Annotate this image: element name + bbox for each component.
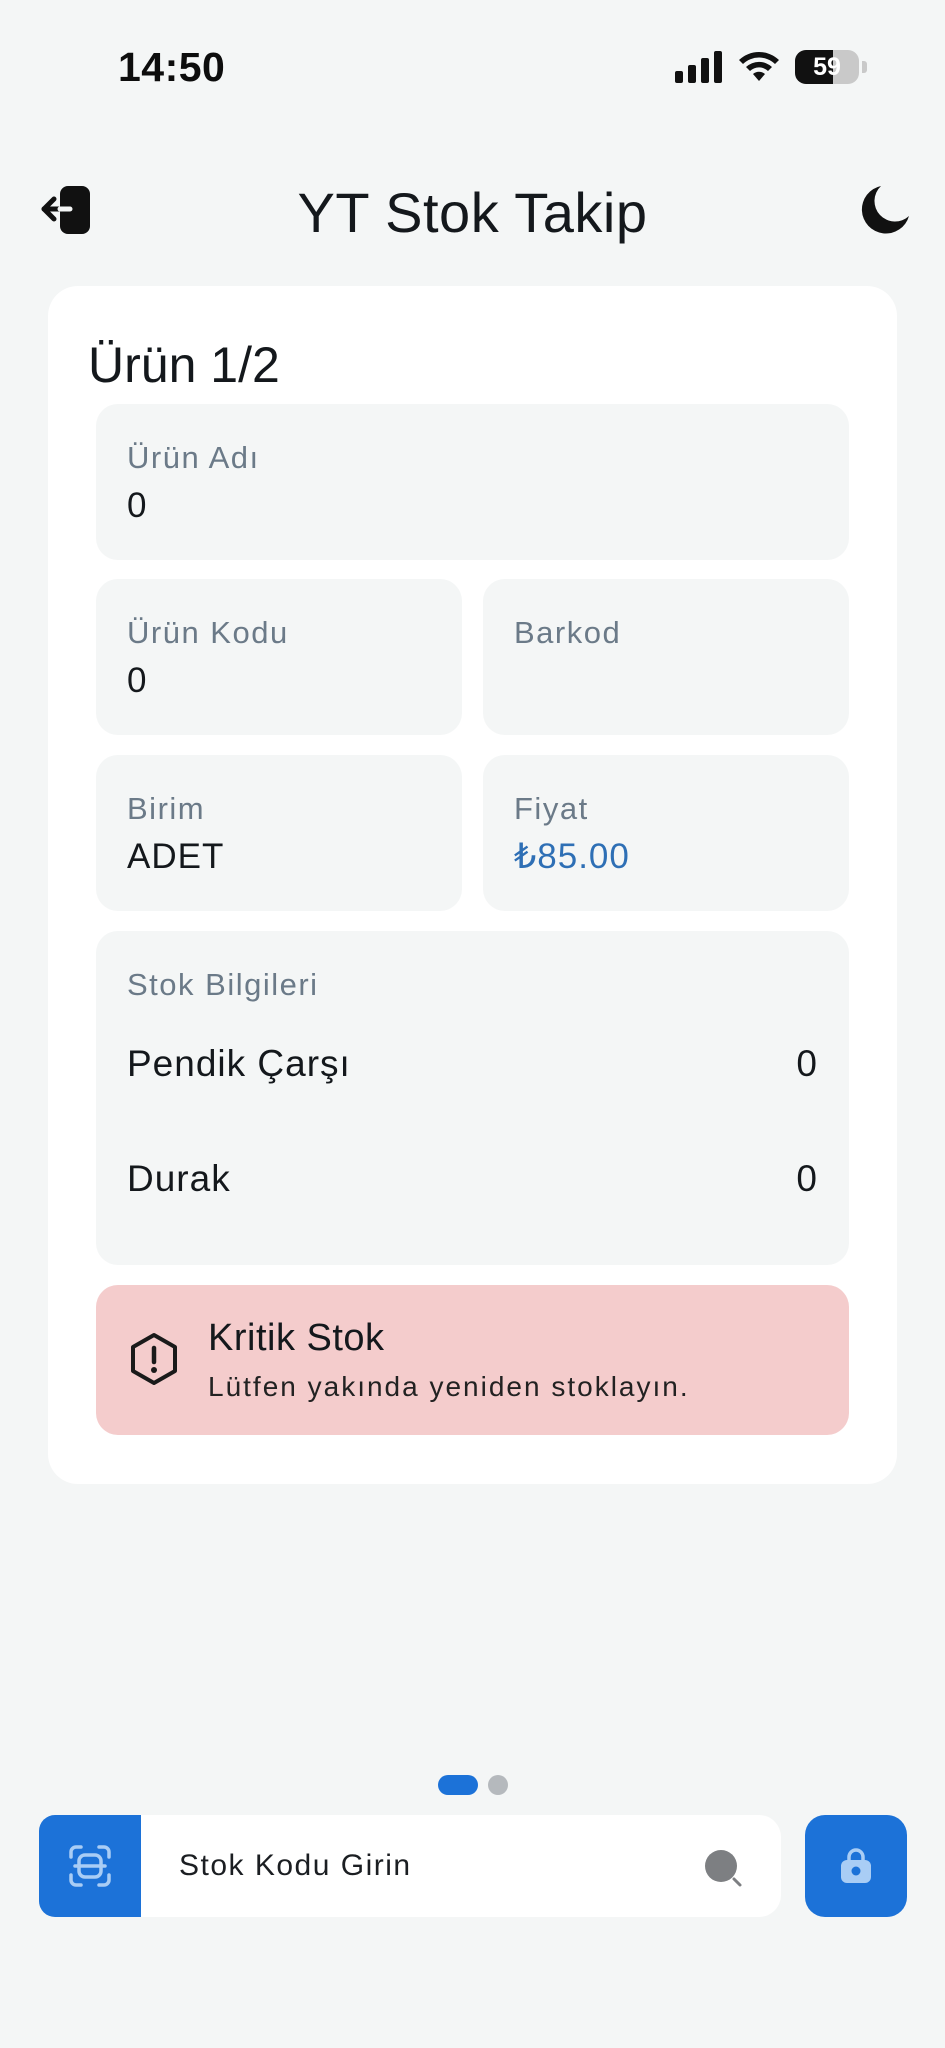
warning-hexagon-icon <box>131 1333 177 1385</box>
scan-button[interactable] <box>39 1815 141 1917</box>
price-value: ₺85.00 <box>514 837 630 876</box>
product-name-value: 0 <box>127 486 148 525</box>
product-name-label: Ürün Adı <box>127 440 260 475</box>
status-icons: 59 <box>675 50 867 84</box>
price-field: Fiyat ₺85.00 <box>483 755 849 911</box>
unit-label: Birim <box>127 791 206 826</box>
unit-field: Birim ADET <box>96 755 462 911</box>
stock-quantity: 0 <box>796 1158 818 1199</box>
wifi-icon <box>739 52 779 81</box>
alert-title: Kritik Stok <box>208 1317 385 1359</box>
page-title: YT Stok Takip <box>297 181 648 244</box>
product-card: Ürün 1/2 Ürün Adı 0 Ürün Kodu 0 Barkod B… <box>48 286 897 1484</box>
stock-quantity: 0 <box>796 1043 818 1084</box>
product-code-value: 0 <box>127 661 148 700</box>
cart-button[interactable] <box>805 1815 907 1917</box>
signal-icon <box>675 51 722 83</box>
theme-toggle-button[interactable] <box>857 182 913 238</box>
stock-location: Pendik Çarşı <box>127 1043 351 1084</box>
search-icon[interactable] <box>703 1848 743 1888</box>
critical-stock-alert: Kritik Stok Lütfen yakında yeniden stokl… <box>96 1285 849 1435</box>
stock-info-panel: Stok Bilgileri Pendik Çarşı 0 Durak 0 <box>96 931 849 1265</box>
status-time: 14:50 <box>118 44 226 90</box>
header: YT Stok Takip <box>0 160 945 260</box>
stock-row: Durak 0 <box>127 1158 818 1200</box>
barcode-field: Barkod <box>483 579 849 735</box>
status-bar: 14:50 59 <box>0 0 945 140</box>
barcode-label: Barkod <box>514 615 622 650</box>
search-box <box>141 1815 781 1917</box>
page-indicator[interactable] <box>438 1775 508 1795</box>
moon-icon <box>861 186 909 234</box>
product-code-label: Ürün Kodu <box>127 615 289 650</box>
screen: 14:50 59 YT Stok Takip Ürün 1/2 Ürün Adı… <box>0 0 945 2048</box>
page-dot[interactable] <box>488 1775 508 1795</box>
battery-icon: 59 <box>795 50 859 84</box>
barcode-scan-icon <box>69 1845 111 1887</box>
alert-message: Lütfen yakında yeniden stoklayın. <box>208 1371 690 1402</box>
product-code-field: Ürün Kodu 0 <box>96 579 462 735</box>
price-label: Fiyat <box>514 791 589 826</box>
stock-location: Durak <box>127 1158 231 1199</box>
product-name-field: Ürün Adı 0 <box>96 404 849 560</box>
shopping-bag-icon <box>841 1848 871 1883</box>
battery-cap <box>862 61 867 73</box>
page-dot-active[interactable] <box>438 1775 478 1795</box>
product-title: Ürün 1/2 <box>88 337 280 393</box>
search-input[interactable] <box>179 1815 679 1917</box>
unit-value: ADET <box>127 837 225 876</box>
stock-info-label: Stok Bilgileri <box>127 967 319 1002</box>
stock-row: Pendik Çarşı 0 <box>127 1043 818 1085</box>
battery-level: 59 <box>813 52 841 81</box>
